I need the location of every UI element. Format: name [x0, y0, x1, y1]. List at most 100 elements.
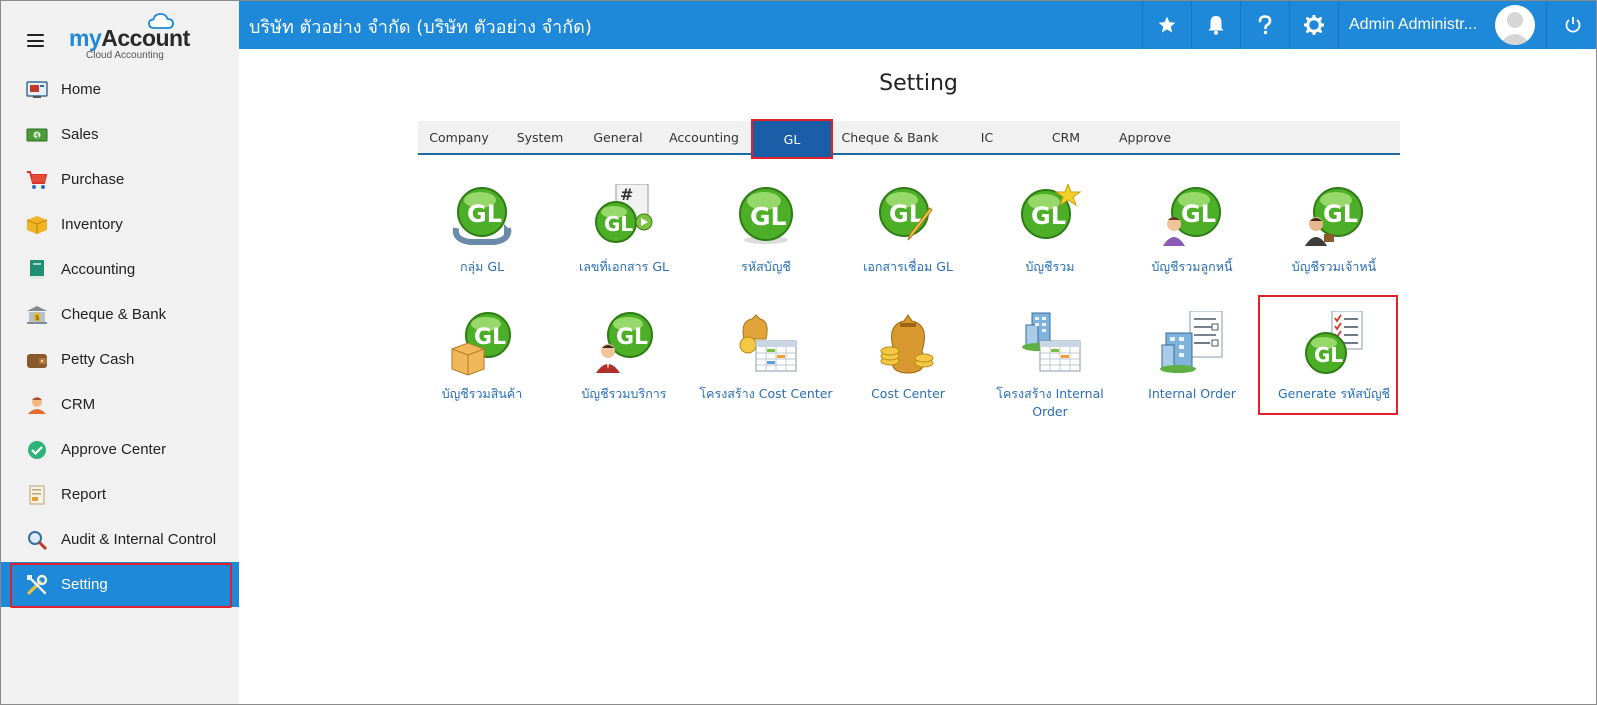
top-bar: บริษัท ตัวอย่าง จำกัด (บริษัท ตัวอย่าง จ…: [239, 1, 1596, 49]
cost-center-structure-icon: [734, 311, 798, 377]
tab-cheque-bank[interactable]: Cheque & Bank: [832, 120, 948, 154]
gl-service-account-item[interactable]: GL บัญชีรวมบริการ: [552, 311, 696, 403]
item-label: บัญชีรวม: [1025, 259, 1075, 274]
sidebar-item-label: Cheque & Bank: [61, 306, 167, 323]
gl-summary-account-icon: GL: [1018, 182, 1082, 250]
logo[interactable]: myAccount Cloud Accounting: [69, 11, 199, 61]
gl-summary-account-item[interactable]: GL บัญชีรวม: [978, 182, 1122, 276]
sidebar-item-audit[interactable]: Audit & Internal Control: [1, 517, 239, 562]
tab-approve[interactable]: Approve: [1106, 120, 1184, 154]
cost-center-item[interactable]: Cost Center: [836, 311, 980, 403]
tab-accounting[interactable]: Accounting: [656, 120, 752, 154]
bank-icon: $: [25, 303, 49, 327]
gl-creditor-account-item[interactable]: GL บัญชีรวมเจ้าหนี้: [1262, 184, 1406, 276]
item-label: เอกสารเชื่อม GL: [863, 259, 953, 274]
gl-group-icon: GL: [450, 184, 514, 250]
svg-text:GL: GL: [1031, 202, 1066, 230]
sidebar-nav: Home $ Sales Purchase Inventory Accounti…: [1, 67, 239, 608]
item-label: โครงสร้าง Internal Order: [996, 386, 1104, 419]
accounting-book-icon: [25, 258, 49, 282]
sidebar-item-cheque-bank[interactable]: $ Cheque & Bank: [1, 292, 239, 337]
internal-order-structure-item[interactable]: โครงสร้าง Internal Order: [978, 311, 1122, 421]
gear-icon: [1304, 15, 1324, 35]
app-window: myAccount Cloud Accounting Home $ Sales: [0, 0, 1597, 705]
gl-goods-account-item[interactable]: GL บัญชีรวมสินค้า: [410, 311, 554, 403]
tab-gl[interactable]: GL: [751, 119, 833, 159]
sidebar-item-label: Audit & Internal Control: [61, 531, 217, 548]
gl-account-code-icon: GL: [734, 184, 798, 250]
sidebar-item-label: Setting: [61, 576, 108, 593]
avatar[interactable]: [1495, 5, 1535, 45]
sidebar-item-petty-cash[interactable]: Petty Cash: [1, 337, 239, 382]
sidebar-item-label: Inventory: [61, 216, 123, 233]
item-label: บัญชีรวมลูกหนี้: [1151, 259, 1233, 274]
help-icon: [1258, 15, 1272, 35]
top-actions: Admin Administr...: [1142, 1, 1596, 49]
hamburger-menu-icon[interactable]: [27, 34, 44, 47]
user-menu[interactable]: Admin Administr...: [1338, 1, 1546, 49]
svg-text:GL: GL: [604, 212, 633, 236]
settings-button[interactable]: [1289, 1, 1338, 49]
sales-icon: $: [25, 123, 49, 147]
svg-text:#: #: [620, 185, 633, 204]
notifications-button[interactable]: [1191, 1, 1240, 49]
svg-text:GL: GL: [750, 202, 787, 231]
tab-system[interactable]: System: [500, 120, 580, 154]
sidebar-item-purchase[interactable]: Purchase: [1, 157, 239, 202]
page-title: Setting: [879, 71, 958, 96]
brand-header: myAccount Cloud Accounting: [1, 1, 239, 67]
company-title[interactable]: บริษัท ตัวอย่าง จำกัด (บริษัท ตัวอย่าง จ…: [249, 12, 592, 41]
main-content: Setting Company System General Accountin…: [239, 49, 1596, 704]
bell-icon: [1208, 16, 1224, 35]
sidebar-item-sales[interactable]: $ Sales: [1, 112, 239, 157]
internal-order-structure-icon: [1018, 311, 1082, 377]
check-circle-icon: [25, 438, 49, 462]
svg-text:GL: GL: [474, 325, 506, 350]
sidebar-item-approve-center[interactable]: Approve Center: [1, 427, 239, 472]
sidebar-item-inventory[interactable]: Inventory: [1, 202, 239, 247]
item-label: Internal Order: [1148, 386, 1236, 401]
gl-link-document-item[interactable]: GL เอกสารเชื่อม GL: [836, 184, 980, 276]
sidebar-item-accounting[interactable]: Accounting: [1, 247, 239, 292]
inventory-box-icon: [25, 213, 49, 237]
item-label: รหัสบัญชี: [741, 259, 791, 274]
tab-crm[interactable]: CRM: [1026, 120, 1106, 154]
gl-debtor-account-item[interactable]: GL บัญชีรวมลูกหนี้: [1120, 184, 1264, 276]
internal-order-item[interactable]: Internal Order: [1120, 310, 1264, 403]
favorites-button[interactable]: [1142, 1, 1191, 49]
sidebar-item-label: Petty Cash: [61, 351, 135, 368]
internal-order-icon: [1160, 310, 1224, 377]
svg-text:GL: GL: [1181, 200, 1216, 228]
sidebar-item-label: CRM: [61, 396, 96, 413]
help-button[interactable]: [1240, 1, 1289, 49]
report-icon: [25, 483, 49, 507]
cost-center-icon: [876, 311, 940, 377]
sidebar-item-label: Sales: [61, 126, 99, 143]
gl-debtor-account-icon: GL: [1160, 184, 1224, 250]
sidebar-item-label: Home: [61, 81, 102, 98]
purchase-cart-icon: [25, 168, 49, 192]
sidebar-item-home[interactable]: Home: [1, 67, 239, 112]
gl-link-document-icon: GL: [876, 184, 940, 250]
tab-ic[interactable]: IC: [948, 120, 1026, 154]
item-label: เลขที่เอกสาร GL: [578, 259, 670, 274]
svg-text:GL: GL: [467, 200, 502, 228]
sidebar-item-label: Report: [61, 486, 107, 503]
audit-magnifier-icon: [25, 528, 49, 552]
power-icon: [1565, 17, 1580, 33]
tab-general[interactable]: General: [580, 120, 656, 154]
gl-service-account-icon: GL: [592, 311, 656, 377]
tab-company[interactable]: Company: [418, 120, 500, 154]
item-label: Cost Center: [871, 386, 945, 401]
item-label: บัญชีรวมสินค้า: [441, 386, 523, 401]
highlight-frame: [1258, 295, 1398, 415]
sidebar-item-setting[interactable]: Setting: [1, 562, 239, 608]
logout-button[interactable]: [1546, 1, 1596, 49]
gl-group-item[interactable]: GL กลุ่ม GL: [410, 184, 554, 276]
sidebar-item-report[interactable]: Report: [1, 472, 239, 517]
sidebar-item-crm[interactable]: CRM: [1, 382, 239, 427]
svg-text:GL: GL: [1323, 200, 1358, 228]
cost-center-structure-item[interactable]: โครงสร้าง Cost Center: [694, 311, 838, 403]
gl-document-number-item[interactable]: # GL เลขที่เอกสาร GL: [552, 183, 696, 276]
gl-account-code-item[interactable]: GL รหัสบัญชี: [694, 184, 838, 276]
